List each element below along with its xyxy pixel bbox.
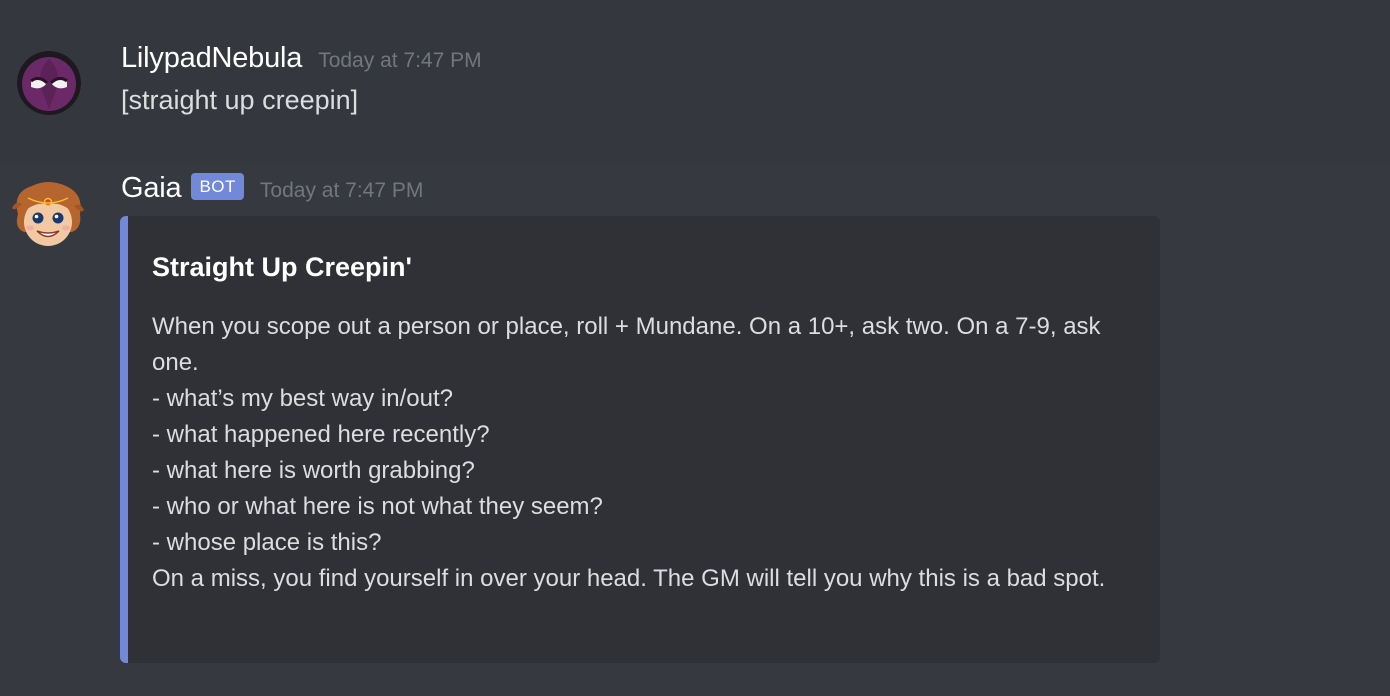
- embed-title: Straight Up Creepin': [152, 252, 412, 282]
- embed-description: When you scope out a person or place, ro…: [152, 309, 1142, 597]
- embed-question: - who or what here is not what they seem…: [152, 493, 603, 520]
- embed-question: - what’s my best way in/out?: [152, 385, 454, 412]
- message-gaia: Gaia BOT Today at 7:47 PM Straight Up Cr…: [0, 163, 1390, 696]
- embed-question: - what happened here recently?: [152, 421, 490, 448]
- username[interactable]: Gaia: [121, 172, 182, 205]
- chat-messages: LilypadNebula Today at 7:47 PM [straight…: [0, 0, 1390, 696]
- message-header: Gaia BOT Today at 7:47 PM: [121, 172, 423, 205]
- message-content: [straight up creepin]: [121, 85, 359, 115]
- message-header: LilypadNebula Today at 7:47 PM: [121, 42, 482, 75]
- username[interactable]: LilypadNebula: [121, 42, 302, 75]
- timestamp[interactable]: Today at 7:47 PM: [318, 49, 481, 73]
- embed-question: - whose place is this?: [152, 529, 382, 556]
- embed-outro: On a miss, you find yourself in over you…: [152, 565, 1106, 592]
- avatar[interactable]: [10, 178, 86, 254]
- embed-intro: When you scope out a person or place, ro…: [152, 313, 1101, 376]
- avatar[interactable]: [17, 51, 81, 115]
- bot-badge: BOT: [191, 173, 244, 200]
- masked-face-avatar-icon: [17, 51, 81, 115]
- rich-embed: Straight Up Creepin' When you scope out …: [120, 216, 1160, 663]
- message-lilypadnebula: LilypadNebula Today at 7:47 PM [straight…: [0, 0, 1390, 163]
- timestamp[interactable]: Today at 7:47 PM: [260, 179, 423, 203]
- embed-question: - what here is worth grabbing?: [152, 457, 475, 484]
- cartoon-girl-avatar-icon: [12, 182, 84, 246]
